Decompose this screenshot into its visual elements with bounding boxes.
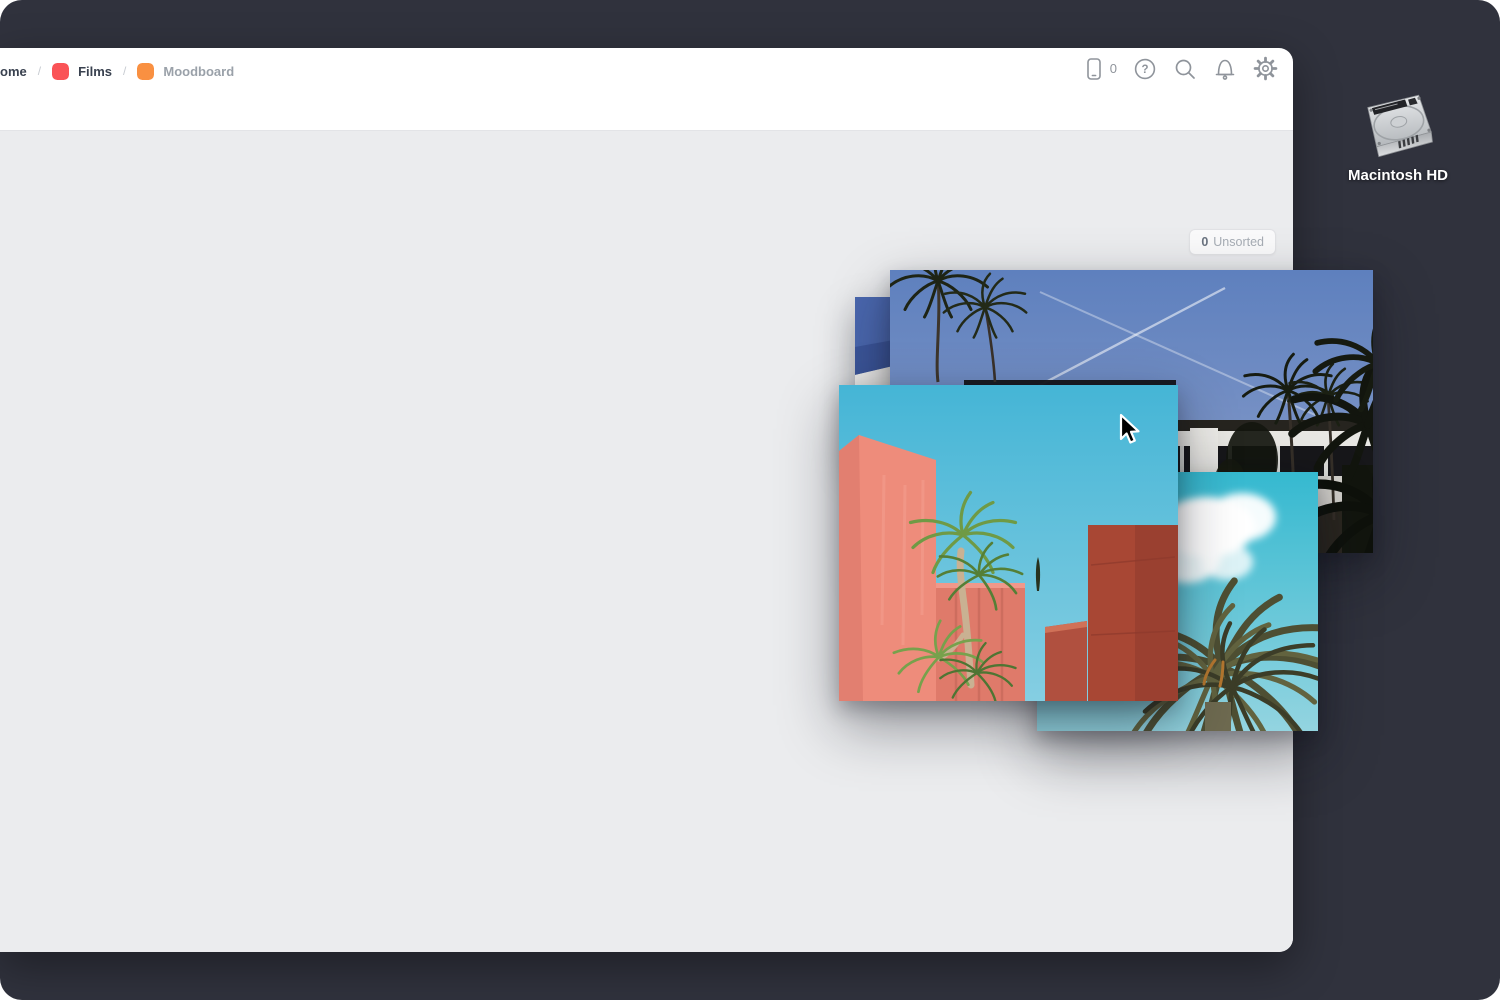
breadcrumb-separator: /	[123, 64, 126, 78]
coral-building-photo[interactable]	[839, 385, 1178, 701]
mobile-count: 0	[1110, 61, 1117, 76]
breadcrumb-separator: /	[38, 64, 41, 78]
breadcrumb-home-label: ome	[0, 64, 27, 79]
breadcrumb-home[interactable]: ome	[0, 64, 27, 79]
unsorted-label: Unsorted	[1213, 235, 1264, 249]
gear-icon	[1253, 56, 1278, 81]
search-button[interactable]	[1173, 57, 1197, 81]
breadcrumb-moodboard: Moodboard	[137, 63, 234, 80]
macintosh-hd-drive[interactable]: Macintosh HD	[1322, 84, 1474, 184]
mobile-icon	[1083, 57, 1105, 81]
unsorted-count: 0	[1201, 235, 1208, 249]
coral-building-photo-image	[839, 385, 1178, 701]
breadcrumb-moodboard-label: Moodboard	[163, 64, 234, 79]
search-icon	[1173, 57, 1197, 81]
desktop: ome / Films / Moodboard	[0, 0, 1500, 1000]
mobile-preview-button[interactable]: 0	[1083, 57, 1117, 81]
hard-drive-icon	[1356, 84, 1440, 164]
topbar-icons: 0 ?	[1083, 56, 1278, 81]
moodboard-swatch-icon	[137, 63, 154, 80]
settings-button[interactable]	[1253, 56, 1278, 81]
bell-icon	[1213, 57, 1237, 81]
breadcrumb-films[interactable]: Films	[52, 63, 112, 80]
help-button[interactable]: ?	[1133, 57, 1157, 81]
breadcrumb: ome / Films / Moodboard	[0, 58, 234, 84]
breadcrumb-films-label: Films	[78, 64, 112, 79]
svg-text:?: ?	[1141, 64, 1148, 76]
help-icon: ?	[1133, 57, 1157, 81]
notifications-button[interactable]	[1213, 57, 1237, 81]
drive-label: Macintosh HD	[1322, 167, 1474, 184]
unsorted-badge[interactable]: 0 Unsorted	[1189, 229, 1276, 255]
films-swatch-icon	[52, 63, 69, 80]
